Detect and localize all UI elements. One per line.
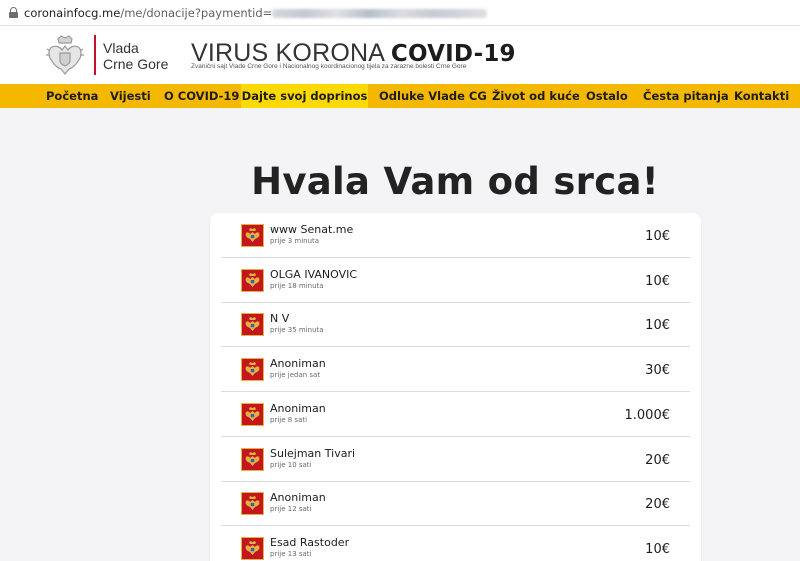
donor-name: Anoniman xyxy=(270,357,326,371)
montenegro-flag-icon xyxy=(241,536,264,560)
donation-row: Anoniman prije jedan sat 30€ xyxy=(221,347,690,393)
donor-name: Sulejman Tivari xyxy=(270,446,356,460)
coat-of-arms-icon[interactable] xyxy=(46,35,84,75)
donation-row: Anoniman prije 8 sati 1.000€ xyxy=(221,392,690,437)
montenegro-flag-icon xyxy=(241,268,264,292)
donor-name: Esad Rastoder xyxy=(270,535,350,549)
donation-amount: 1.000€ xyxy=(624,407,671,423)
government-name[interactable]: Vlada Crne Gore xyxy=(103,40,168,72)
montenegro-flag-icon xyxy=(241,313,264,337)
nav-item-pocetna[interactable]: Početna xyxy=(46,84,98,108)
donation-amount: 10€ xyxy=(645,318,670,334)
donation-time: prije 13 sati xyxy=(270,549,312,558)
page-heading: Hvala Vam od srca! xyxy=(251,160,659,203)
donor-name: www Senat.me xyxy=(270,223,354,236)
url-text[interactable]: coronainfocg.me/me/donacije?paymentid= xyxy=(24,5,488,20)
donor-name: Anoniman xyxy=(270,401,326,415)
url-domain: coronainfocg.me xyxy=(24,5,121,20)
donation-row: Sulejman Tivari prije 10 sati 20€ xyxy=(221,437,690,482)
donation-amount: 20€ xyxy=(645,452,670,468)
donation-row: www Senat.me prije 3 minuta 10€ xyxy=(221,213,690,258)
nav-item-ostalo[interactable]: Ostalo xyxy=(586,84,628,108)
gov-name-line1: Vlada xyxy=(103,40,139,56)
nav-item-o-covid[interactable]: O COVID-19 xyxy=(164,84,239,108)
main-nav: Početna Vijesti O COVID-19 Dajte svoj do… xyxy=(0,84,800,108)
montenegro-flag-icon xyxy=(241,492,264,516)
lock-icon[interactable] xyxy=(9,7,18,18)
donations-panel: www Senat.me prije 3 minuta 10€ OLGA IVANOV… xyxy=(210,213,701,561)
donor-name: Anoniman xyxy=(270,491,326,505)
nav-item-cesta-pitanja[interactable]: Česta pitanja xyxy=(643,84,729,108)
nav-item-vijesti[interactable]: Vijesti xyxy=(110,84,151,108)
browser-address-bar[interactable]: coronainfocg.me/me/donacije?paymentid= xyxy=(0,0,800,26)
montenegro-flag-icon xyxy=(241,358,264,382)
header-red-divider xyxy=(94,35,96,75)
donation-time: prije 12 sati xyxy=(270,505,312,514)
gov-name-line2: Crne Gore xyxy=(103,56,169,72)
donation-amount: 10€ xyxy=(645,229,670,244)
donation-row: N Vprije 35 minuta 10€ xyxy=(221,302,690,348)
donation-row: OLGA IVANOVIC prije 18 minuta 10€ xyxy=(221,258,690,303)
donation-row: Esad Rastoder prije 13 sati 10€ xyxy=(221,526,690,561)
donation-time: prije jedan sat xyxy=(270,371,321,380)
donation-row: Anoniman prije 12 sati 20€ xyxy=(221,481,690,527)
donation-time: prije 35 minuta xyxy=(270,326,324,335)
donation-time: prije 18 minuta xyxy=(270,281,324,290)
nav-item-kontakti[interactable]: Kontakti xyxy=(734,84,789,108)
montenegro-flag-icon xyxy=(241,402,264,426)
montenegro-flag-icon xyxy=(241,224,264,247)
site-subtitle: Zvanični sajt Vlade Crne Gore i Nacional… xyxy=(191,63,467,70)
site-header: Vlada Crne Gore VIRUS KORONA COVID-19 Zv… xyxy=(0,26,800,84)
donation-amount: 10€ xyxy=(645,273,670,289)
nav-item-dajte-svoj-doprinos[interactable]: Dajte svoj doprinos xyxy=(241,84,368,108)
donor-name: OLGA IVANOVIC xyxy=(270,267,358,281)
url-path: /me/donacije?paymentid= xyxy=(120,5,273,20)
montenegro-flag-icon xyxy=(241,447,264,471)
donation-amount: 10€ xyxy=(645,541,670,557)
nav-item-zivot-od-kuce[interactable]: Život od kuće xyxy=(492,84,580,108)
url-redacted xyxy=(272,8,488,18)
donation-time: prije 3 minuta xyxy=(270,237,320,245)
donation-amount: 30€ xyxy=(645,363,670,379)
donation-time: prije 8 sati xyxy=(270,415,308,424)
donation-amount: 20€ xyxy=(645,497,670,513)
donor-name: N V xyxy=(270,312,290,326)
donation-time: prije 10 sati xyxy=(270,460,312,469)
nav-item-odluke-vlade[interactable]: Odluke Vlade CG xyxy=(379,84,487,108)
